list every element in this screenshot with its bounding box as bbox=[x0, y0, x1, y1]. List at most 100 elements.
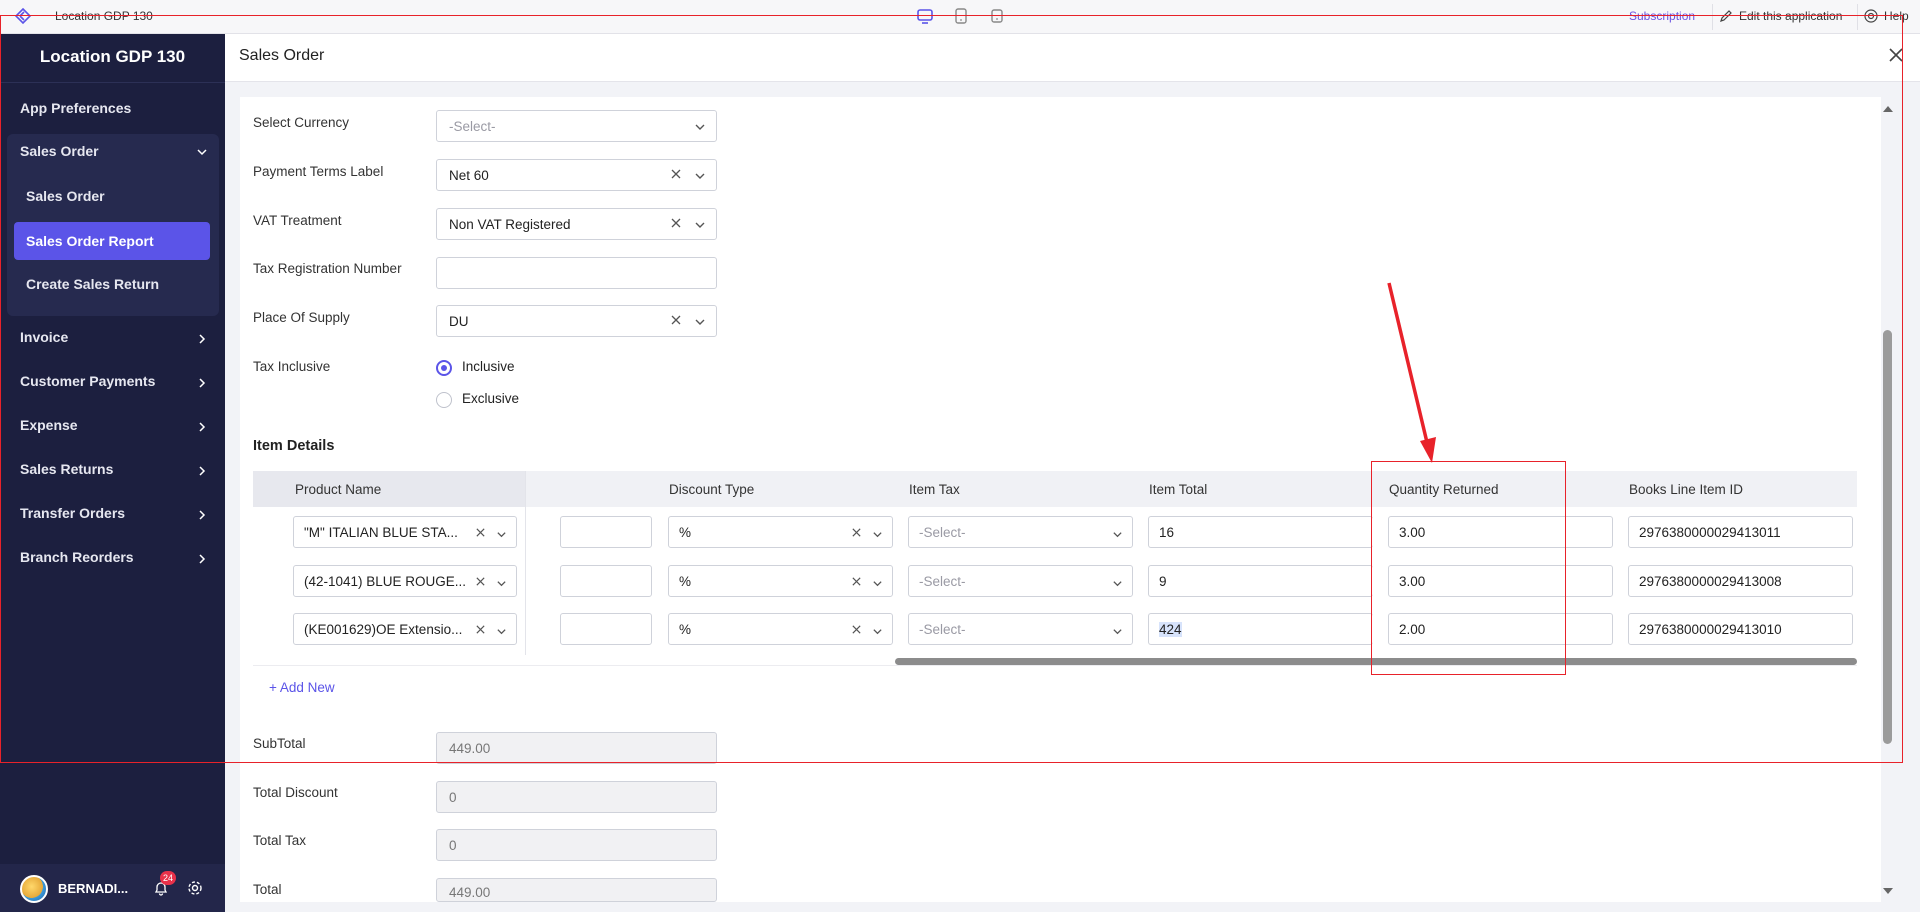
tablet-view-icon[interactable] bbox=[952, 7, 970, 28]
clear-icon[interactable] bbox=[851, 575, 862, 590]
user-name[interactable]: BERNADI... bbox=[58, 881, 128, 896]
product-select[interactable]: (KE001629)OE Extensio... bbox=[293, 613, 517, 645]
sidebar-item-sales-returns[interactable]: Sales Returns bbox=[20, 461, 113, 477]
books-line-item-id-input[interactable]: 2976380000029413008 bbox=[1628, 565, 1853, 597]
chevron-right-icon[interactable] bbox=[196, 332, 208, 348]
chevron-down-icon[interactable] bbox=[496, 625, 507, 640]
sidebar-subitem-create-sales-return[interactable]: Create Sales Return bbox=[26, 276, 159, 292]
discount-input[interactable] bbox=[560, 565, 652, 597]
column-header-item-total: Item Total bbox=[1149, 482, 1208, 497]
discount-type-select[interactable]: % bbox=[668, 516, 893, 548]
desktop-view-icon[interactable] bbox=[916, 7, 934, 28]
sidebar-subitem-sales-order[interactable]: Sales Order bbox=[26, 188, 105, 204]
item-total-input[interactable]: 9 bbox=[1148, 565, 1373, 597]
column-header-discount-type: Discount Type bbox=[669, 482, 755, 497]
sidebar-item-sales-order[interactable]: Sales Order bbox=[20, 143, 99, 159]
chevron-down-icon[interactable] bbox=[1112, 625, 1123, 640]
chevron-right-icon[interactable] bbox=[196, 464, 208, 480]
frozen-column-divider bbox=[525, 471, 526, 655]
horizontal-scrollbar[interactable] bbox=[895, 658, 1857, 665]
chevron-down-icon[interactable] bbox=[694, 170, 706, 185]
chevron-down-icon[interactable] bbox=[1112, 577, 1123, 592]
clear-icon[interactable] bbox=[475, 623, 486, 638]
item-tax-select[interactable]: -Select- bbox=[908, 565, 1133, 597]
chevron-down-icon[interactable] bbox=[694, 316, 706, 331]
top-bar: Location GDP 130 Subscription Edit this … bbox=[0, 0, 1920, 34]
exclusive-radio-label[interactable]: Exclusive bbox=[462, 391, 519, 406]
sidebar-subitem-sales-order-report[interactable]: Sales Order Report bbox=[14, 222, 210, 260]
product-select[interactable]: (42-1041) BLUE ROUGE... bbox=[293, 565, 517, 597]
divider bbox=[0, 82, 225, 83]
chevron-down-icon[interactable] bbox=[872, 528, 883, 543]
product-select[interactable]: "M" ITALIAN BLUE STA... bbox=[293, 516, 517, 548]
discount-input[interactable] bbox=[560, 516, 652, 548]
discount-type-select[interactable]: % bbox=[668, 565, 893, 597]
discount-input[interactable] bbox=[560, 613, 652, 645]
frozen-column-header bbox=[253, 471, 525, 507]
divider bbox=[253, 665, 1857, 666]
mobile-view-icon[interactable] bbox=[988, 7, 1006, 28]
add-new-button[interactable]: + Add New bbox=[269, 680, 335, 695]
close-icon[interactable] bbox=[1887, 46, 1905, 67]
payment-terms-value: Net 60 bbox=[449, 168, 489, 183]
sidebar-item-invoice[interactable]: Invoice bbox=[20, 329, 68, 345]
chevron-down-icon[interactable] bbox=[872, 625, 883, 640]
books-line-item-id-input[interactable]: 2976380000029413011 bbox=[1628, 516, 1853, 548]
chevron-down-icon[interactable] bbox=[196, 145, 208, 161]
quantity-returned-input[interactable]: 3.00 bbox=[1388, 516, 1613, 548]
help-link[interactable]: Help bbox=[1884, 9, 1909, 23]
avatar[interactable] bbox=[20, 875, 48, 903]
item-tax-select[interactable]: -Select- bbox=[908, 516, 1133, 548]
chevron-down-icon[interactable] bbox=[1112, 528, 1123, 543]
edit-application-link[interactable]: Edit this application bbox=[1739, 9, 1842, 23]
inclusive-radio[interactable] bbox=[436, 360, 452, 376]
books-line-item-id-input[interactable]: 2976380000029413010 bbox=[1628, 613, 1853, 645]
vat-treatment-select[interactable]: Non VAT Registered bbox=[436, 208, 717, 240]
clear-icon[interactable] bbox=[670, 168, 682, 183]
quantity-returned-input[interactable]: 2.00 bbox=[1388, 613, 1613, 645]
item-tax-select[interactable]: -Select- bbox=[908, 613, 1133, 645]
place-of-supply-value: DU bbox=[449, 314, 469, 329]
scroll-down-icon[interactable] bbox=[1882, 883, 1894, 899]
clear-icon[interactable] bbox=[475, 575, 486, 590]
tax-registration-input[interactable] bbox=[436, 257, 717, 289]
chevron-right-icon[interactable] bbox=[196, 552, 208, 568]
total-discount-label: Total Discount bbox=[253, 785, 338, 800]
sidebar-item-transfer-orders[interactable]: Transfer Orders bbox=[20, 505, 125, 521]
sidebar-item-expense[interactable]: Expense bbox=[20, 417, 78, 433]
back-diamond-icon[interactable] bbox=[14, 7, 32, 28]
chevron-down-icon[interactable] bbox=[694, 219, 706, 234]
clear-icon[interactable] bbox=[670, 217, 682, 232]
chevron-down-icon[interactable] bbox=[694, 121, 706, 136]
place-of-supply-select[interactable]: DU bbox=[436, 305, 717, 337]
item-total-input[interactable]: 424 bbox=[1148, 613, 1373, 645]
vertical-scrollbar[interactable] bbox=[1883, 330, 1892, 744]
gear-icon[interactable] bbox=[186, 879, 204, 900]
discount-type-select[interactable]: % bbox=[668, 613, 893, 645]
chevron-down-icon[interactable] bbox=[496, 577, 507, 592]
clear-icon[interactable] bbox=[851, 623, 862, 638]
chevron-right-icon[interactable] bbox=[196, 508, 208, 524]
sidebar-item-customer-payments[interactable]: Customer Payments bbox=[20, 373, 155, 389]
quantity-returned-input[interactable]: 3.00 bbox=[1388, 565, 1613, 597]
form-panel: Select Currency -Select- Payment Terms L… bbox=[240, 97, 1881, 902]
clear-icon[interactable] bbox=[851, 526, 862, 541]
discount-type-value: % bbox=[679, 574, 692, 589]
notification-badge: 24 bbox=[160, 871, 177, 885]
chevron-right-icon[interactable] bbox=[196, 420, 208, 436]
chevron-down-icon[interactable] bbox=[496, 528, 507, 543]
chevron-right-icon[interactable] bbox=[196, 376, 208, 392]
item-total-input[interactable]: 16 bbox=[1148, 516, 1373, 548]
sidebar-item-app-preferences[interactable]: App Preferences bbox=[20, 100, 131, 116]
payment-terms-select[interactable]: Net 60 bbox=[436, 159, 717, 191]
subscription-link[interactable]: Subscription bbox=[1629, 9, 1695, 23]
currency-select[interactable]: -Select- bbox=[436, 110, 717, 142]
chevron-down-icon[interactable] bbox=[872, 577, 883, 592]
clear-icon[interactable] bbox=[670, 314, 682, 329]
sidebar-item-branch-reorders[interactable]: Branch Reorders bbox=[20, 549, 134, 565]
exclusive-radio[interactable] bbox=[436, 392, 452, 408]
scroll-up-icon[interactable] bbox=[1882, 101, 1894, 117]
clear-icon[interactable] bbox=[475, 526, 486, 541]
inclusive-radio-label[interactable]: Inclusive bbox=[462, 359, 515, 374]
item-table-header: Product Name Discount Type Item Tax Item… bbox=[253, 471, 1857, 507]
